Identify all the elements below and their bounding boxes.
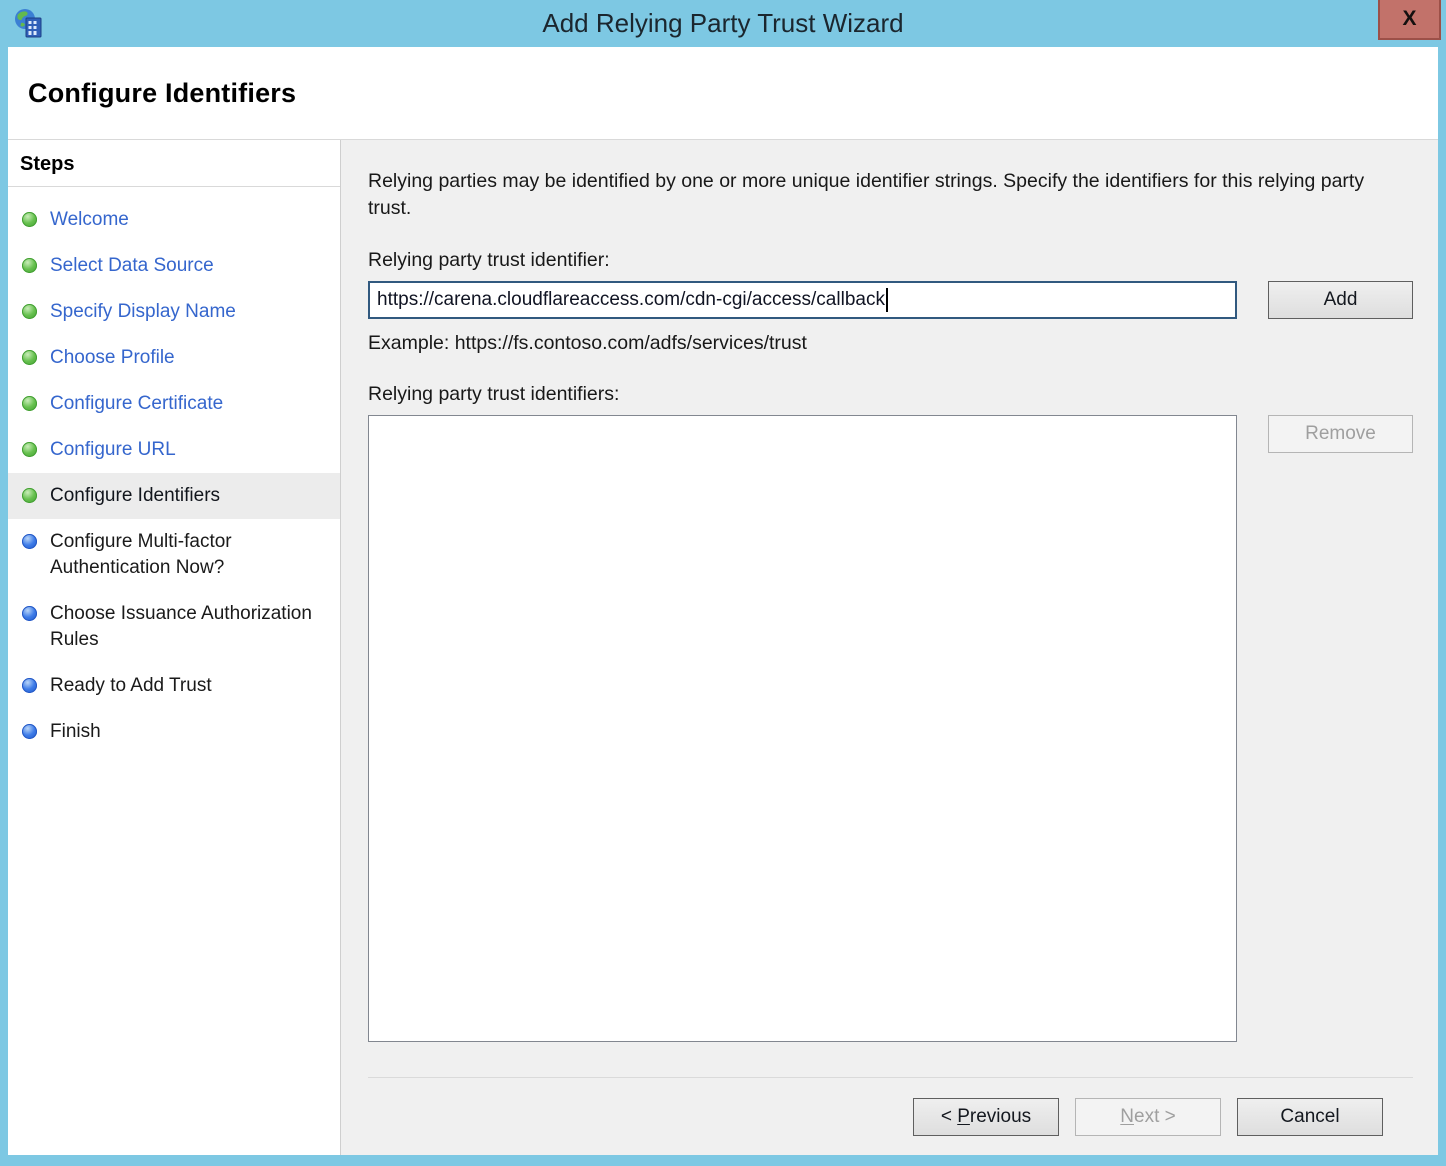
step-choose-issuance-rules[interactable]: Choose Issuance Authorization Rules — [8, 591, 340, 663]
footer-bar: < Previous Next > Cancel — [368, 1077, 1413, 1155]
description-text: Relying parties may be identified by one… — [368, 168, 1398, 222]
step-complete-icon — [22, 442, 37, 457]
step-complete-icon — [22, 488, 37, 503]
steps-list: Welcome Select Data Source Specify Displ… — [8, 187, 340, 755]
titlebar: Add Relying Party Trust Wizard X — [0, 0, 1446, 47]
page-header: Configure Identifiers — [8, 47, 1438, 140]
identifier-input[interactable]: https://carena.cloudflareaccess.com/cdn-… — [368, 281, 1237, 319]
step-ready-to-add-trust[interactable]: Ready to Add Trust — [8, 663, 340, 709]
step-complete-icon — [22, 258, 37, 273]
step-configure-url[interactable]: Configure URL — [8, 427, 340, 473]
step-configure-mfa[interactable]: Configure Multi-factor Authentication No… — [8, 519, 340, 591]
example-text: Example: https://fs.contoso.com/adfs/ser… — [368, 332, 1413, 355]
step-specify-display-name[interactable]: Specify Display Name — [8, 289, 340, 335]
steps-heading: Steps — [8, 140, 340, 187]
step-complete-icon — [22, 212, 37, 227]
identifier-label: Relying party trust identifier: — [368, 249, 1413, 272]
step-select-data-source[interactable]: Select Data Source — [8, 243, 340, 289]
text-caret — [886, 288, 888, 312]
step-choose-profile[interactable]: Choose Profile — [8, 335, 340, 381]
next-button[interactable]: Next > — [1075, 1098, 1221, 1136]
step-welcome[interactable]: Welcome — [8, 197, 340, 243]
step-pending-icon — [22, 678, 37, 693]
adfs-app-icon — [13, 7, 45, 39]
step-configure-identifiers[interactable]: Configure Identifiers — [8, 473, 340, 519]
window-frame: Configure Identifiers Steps Welcome Sele… — [0, 47, 1446, 1166]
add-button[interactable]: Add — [1268, 281, 1413, 319]
close-button[interactable]: X — [1378, 0, 1441, 40]
main-panel: Relying parties may be identified by one… — [341, 140, 1438, 1155]
identifier-input-value: https://carena.cloudflareaccess.com/cdn-… — [377, 289, 885, 311]
steps-sidebar: Steps Welcome Select Data Source Specify… — [8, 140, 341, 1155]
step-pending-icon — [22, 534, 37, 549]
step-configure-certificate[interactable]: Configure Certificate — [8, 381, 340, 427]
previous-button[interactable]: < Previous — [913, 1098, 1059, 1136]
step-complete-icon — [22, 304, 37, 319]
step-complete-icon — [22, 350, 37, 365]
identifiers-list-label: Relying party trust identifiers: — [368, 383, 1413, 406]
wizard-window: Add Relying Party Trust Wizard X Configu… — [0, 0, 1446, 1166]
remove-button[interactable]: Remove — [1268, 415, 1413, 453]
step-finish[interactable]: Finish — [8, 709, 340, 755]
window-title: Add Relying Party Trust Wizard — [0, 8, 1446, 39]
page-title: Configure Identifiers — [28, 78, 296, 109]
step-complete-icon — [22, 396, 37, 411]
step-pending-icon — [22, 724, 37, 739]
identifiers-listbox[interactable] — [368, 415, 1237, 1042]
step-pending-icon — [22, 606, 37, 621]
cancel-button[interactable]: Cancel — [1237, 1098, 1383, 1136]
